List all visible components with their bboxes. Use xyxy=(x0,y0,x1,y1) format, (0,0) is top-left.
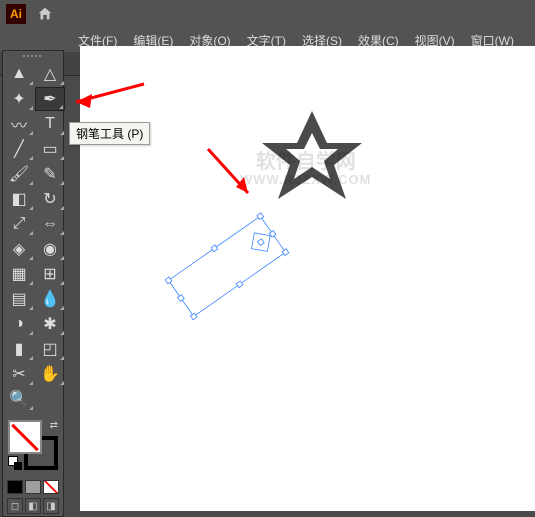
type-tool[interactable]: T xyxy=(35,112,65,136)
home-icon[interactable] xyxy=(36,5,54,23)
pen-tool[interactable]: ✒ xyxy=(35,87,65,111)
mesh-tool[interactable]: ⊞ xyxy=(35,262,65,286)
rectangle-tool[interactable]: ▭ xyxy=(35,137,65,161)
draw-inside-mode[interactable]: ◨ xyxy=(43,498,59,514)
toolbox: ▲△✦✒〰T╱▭🖌✎◧↻⤢⇔◈◉▦⊞▤💧◑✱▮◰✂✋🔍 ⇄ ◻ ◧ ◨ xyxy=(2,50,64,517)
shape-builder-tool[interactable]: ◉ xyxy=(35,237,65,261)
canvas[interactable]: 软件自学网 WWW.RJZXW.COM xyxy=(80,46,535,511)
direct-selection-tool[interactable]: △ xyxy=(35,62,65,86)
perspective-tool[interactable]: ▦ xyxy=(4,262,34,286)
draw-behind-mode[interactable]: ◧ xyxy=(25,498,41,514)
magic-wand-tool[interactable]: ✦ xyxy=(4,87,34,111)
swap-fill-stroke-icon[interactable]: ⇄ xyxy=(50,420,58,431)
slice-tool[interactable]: ✂ xyxy=(4,362,34,386)
pen-tool-tooltip: 钢笔工具 (P) xyxy=(69,122,150,145)
column-graph-tool[interactable]: ▮ xyxy=(4,337,34,361)
artboard-tool[interactable]: ◰ xyxy=(35,337,65,361)
blend-tool[interactable]: ◑ xyxy=(4,312,34,336)
fill-swatch[interactable] xyxy=(8,420,42,454)
symbol-sprayer-tool[interactable]: ✱ xyxy=(35,312,65,336)
width-tool[interactable]: ⇔ xyxy=(35,212,65,236)
hand-tool[interactable]: ✋ xyxy=(35,362,65,386)
color-chip-1[interactable] xyxy=(25,480,41,494)
selection-tool[interactable]: ▲ xyxy=(4,62,34,86)
titlebar: Ai xyxy=(0,0,535,28)
default-fill-stroke-icon[interactable] xyxy=(8,456,22,470)
free-transform-tool[interactable]: ◈ xyxy=(4,237,34,261)
toolbox-grabber[interactable] xyxy=(3,51,63,61)
color-chip-0[interactable] xyxy=(7,480,23,494)
curvature-tool[interactable]: 〰 xyxy=(4,112,34,136)
pencil-tool[interactable]: ✎ xyxy=(35,162,65,186)
draw-modes: ◻ ◧ ◨ xyxy=(3,496,63,516)
color-chips xyxy=(3,478,63,496)
star-shape xyxy=(252,101,372,221)
draw-normal-mode[interactable]: ◻ xyxy=(7,498,23,514)
scale-tool[interactable]: ⤢ xyxy=(4,212,34,236)
fill-stroke-section: ⇄ xyxy=(3,412,63,478)
line-tool[interactable]: ╱ xyxy=(4,137,34,161)
rotate-tool[interactable]: ↻ xyxy=(35,187,65,211)
paintbrush-tool[interactable]: 🖌 xyxy=(4,162,34,186)
eraser-tool[interactable]: ◧ xyxy=(4,187,34,211)
gradient-tool[interactable]: ▤ xyxy=(4,287,34,311)
eyedropper-tool[interactable]: 💧 xyxy=(35,287,65,311)
color-chip-2[interactable] xyxy=(43,480,59,494)
zoom-tool[interactable]: 🔍 xyxy=(4,387,34,411)
app-icon: Ai xyxy=(6,4,26,24)
